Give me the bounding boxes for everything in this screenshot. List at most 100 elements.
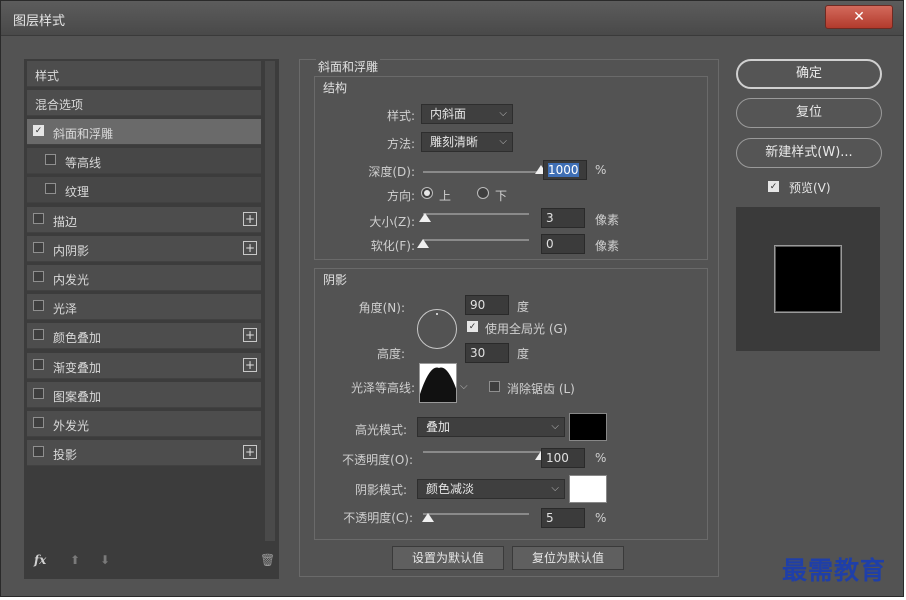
style-item[interactable]: 内阴影 + bbox=[27, 235, 261, 262]
depth-slider-track[interactable] bbox=[423, 171, 541, 173]
style-item-checkbox[interactable] bbox=[45, 183, 56, 195]
shadow-opacity-label: 不透明度(C): bbox=[343, 511, 413, 525]
style-item[interactable]: 纹理 bbox=[27, 177, 261, 204]
highlight-opacity-input[interactable]: 100 bbox=[541, 448, 585, 468]
highlight-opacity-track[interactable] bbox=[423, 451, 541, 453]
direction-label: 方向: bbox=[386, 189, 415, 203]
global-light-checkbox[interactable]: ✓ bbox=[467, 321, 478, 332]
direction-down-radio[interactable] bbox=[477, 187, 489, 199]
shadow-opacity-thumb[interactable] bbox=[422, 513, 435, 522]
style-item-checkbox[interactable] bbox=[33, 387, 44, 399]
add-icon[interactable]: + bbox=[243, 357, 257, 372]
style-item[interactable]: 光泽 bbox=[27, 294, 261, 321]
soften-slider-thumb[interactable] bbox=[417, 239, 429, 248]
shadow-opacity-unit: % bbox=[595, 511, 607, 525]
chevron-down-icon: ⌵ bbox=[499, 108, 507, 119]
style-label: 样式: bbox=[386, 109, 415, 123]
style-item-checkbox[interactable] bbox=[33, 446, 44, 458]
style-item[interactable]: 图案叠加 bbox=[27, 381, 261, 408]
style-item-checkbox[interactable] bbox=[33, 300, 44, 312]
style-item[interactable]: ✓ 斜面和浮雕 bbox=[27, 119, 261, 145]
angle-unit: 度 bbox=[517, 300, 530, 314]
highlight-color-swatch[interactable] bbox=[569, 413, 607, 441]
list-scrollbar[interactable] bbox=[265, 61, 275, 541]
soften-label: 软化(F): bbox=[370, 239, 415, 253]
size-input[interactable]: 3 bbox=[541, 208, 585, 228]
style-item-label: 纹理 bbox=[65, 185, 90, 200]
trash-icon[interactable]: 🗑 bbox=[260, 553, 275, 567]
depth-input[interactable]: 1000 bbox=[543, 160, 587, 180]
fx-icon[interactable]: fx bbox=[34, 553, 46, 567]
size-unit: 像素 bbox=[595, 213, 620, 227]
altitude-input[interactable]: 30 bbox=[465, 343, 509, 363]
gloss-contour-preview[interactable] bbox=[419, 363, 457, 403]
altitude-label: 高度: bbox=[376, 347, 405, 361]
style-item-label: 描边 bbox=[53, 214, 78, 229]
blending-options-item[interactable]: 混合选项 bbox=[27, 90, 261, 116]
soften-input[interactable]: 0 bbox=[541, 234, 585, 254]
style-item-label: 光泽 bbox=[53, 302, 78, 317]
method-label: 方法: bbox=[386, 137, 415, 151]
style-preview bbox=[736, 207, 880, 351]
move-down-icon[interactable]: ⬇ bbox=[100, 553, 110, 567]
styles-header[interactable]: 样式 bbox=[27, 61, 261, 87]
style-item[interactable]: 渐变叠加 + bbox=[27, 352, 261, 379]
add-icon[interactable]: + bbox=[243, 211, 257, 226]
style-item[interactable]: 描边 + bbox=[27, 206, 261, 233]
shadow-mode-value: 颜色减淡 bbox=[426, 482, 475, 496]
shadow-color-swatch[interactable] bbox=[569, 475, 607, 503]
style-item-label: 内阴影 bbox=[53, 243, 90, 258]
style-item[interactable]: 投影 + bbox=[27, 440, 261, 467]
style-item-checkbox[interactable] bbox=[33, 358, 44, 370]
shading-title: 阴影 bbox=[323, 273, 348, 287]
angle-label: 角度(N): bbox=[358, 301, 405, 315]
add-icon[interactable]: + bbox=[243, 240, 257, 255]
move-up-icon[interactable]: ⬆ bbox=[70, 553, 80, 567]
style-item[interactable]: 等高线 bbox=[27, 148, 261, 175]
highlight-opacity-label: 不透明度(O): bbox=[342, 453, 413, 467]
bevel-section-title: 斜面和浮雕 bbox=[316, 58, 381, 75]
style-item-checkbox[interactable] bbox=[33, 271, 44, 282]
angle-indicator bbox=[436, 313, 438, 315]
angle-dial[interactable] bbox=[417, 309, 457, 349]
reset-button[interactable]: 复位 bbox=[736, 98, 882, 128]
chevron-down-icon: ⌵ bbox=[551, 483, 559, 494]
style-item-checkbox[interactable] bbox=[33, 417, 44, 428]
new-style-button[interactable]: 新建样式(W)... bbox=[736, 138, 882, 168]
depth-unit: % bbox=[595, 163, 607, 177]
add-icon[interactable]: + bbox=[243, 328, 257, 343]
highlight-mode-select[interactable]: 叠加 ⌵ bbox=[417, 417, 565, 437]
style-item-checkbox[interactable]: ✓ bbox=[33, 125, 44, 136]
ok-button[interactable]: 确定 bbox=[736, 59, 882, 89]
style-select[interactable]: 内斜面 ⌵ bbox=[421, 104, 513, 124]
size-slider-track[interactable] bbox=[423, 213, 529, 215]
style-item-label: 斜面和浮雕 bbox=[53, 127, 114, 141]
style-item[interactable]: 颜色叠加 + bbox=[27, 323, 261, 350]
close-button[interactable]: ✕ bbox=[825, 5, 893, 29]
size-slider-thumb[interactable] bbox=[419, 213, 432, 222]
style-item[interactable]: 外发光 bbox=[27, 411, 261, 437]
shadow-opacity-track[interactable] bbox=[423, 513, 529, 515]
add-icon[interactable]: + bbox=[243, 445, 257, 460]
reset-default-button[interactable]: 复位为默认值 bbox=[512, 546, 624, 570]
antialias-checkbox[interactable] bbox=[489, 381, 500, 392]
shadow-mode-select[interactable]: 颜色减淡 ⌵ bbox=[417, 479, 565, 499]
style-item[interactable]: 内发光 bbox=[27, 265, 261, 291]
chevron-down-icon[interactable]: ⌵ bbox=[460, 381, 468, 392]
make-default-button[interactable]: 设置为默认值 bbox=[392, 546, 504, 570]
style-item-checkbox[interactable] bbox=[33, 241, 44, 253]
style-item-checkbox[interactable] bbox=[33, 329, 44, 341]
direction-up-radio[interactable] bbox=[421, 187, 433, 199]
shadow-opacity-input[interactable]: 5 bbox=[541, 508, 585, 528]
styles-header-label: 样式 bbox=[35, 69, 60, 83]
bevel-emboss-panel: 斜面和浮雕 结构 样式: 内斜面 ⌵ 方法: 雕刻清晰 ⌵ 深度(D): 1000 … bbox=[299, 58, 719, 577]
style-item-checkbox[interactable] bbox=[33, 212, 44, 224]
method-select-value: 雕刻清晰 bbox=[430, 135, 479, 149]
angle-input[interactable]: 90 bbox=[465, 295, 509, 315]
gloss-contour-icon bbox=[420, 367, 456, 402]
style-item-label: 等高线 bbox=[65, 156, 102, 171]
method-select[interactable]: 雕刻清晰 ⌵ bbox=[421, 132, 513, 152]
preview-checkbox[interactable]: ✓ bbox=[768, 181, 779, 192]
soften-slider-track[interactable] bbox=[423, 239, 529, 241]
style-item-checkbox[interactable] bbox=[45, 154, 56, 166]
